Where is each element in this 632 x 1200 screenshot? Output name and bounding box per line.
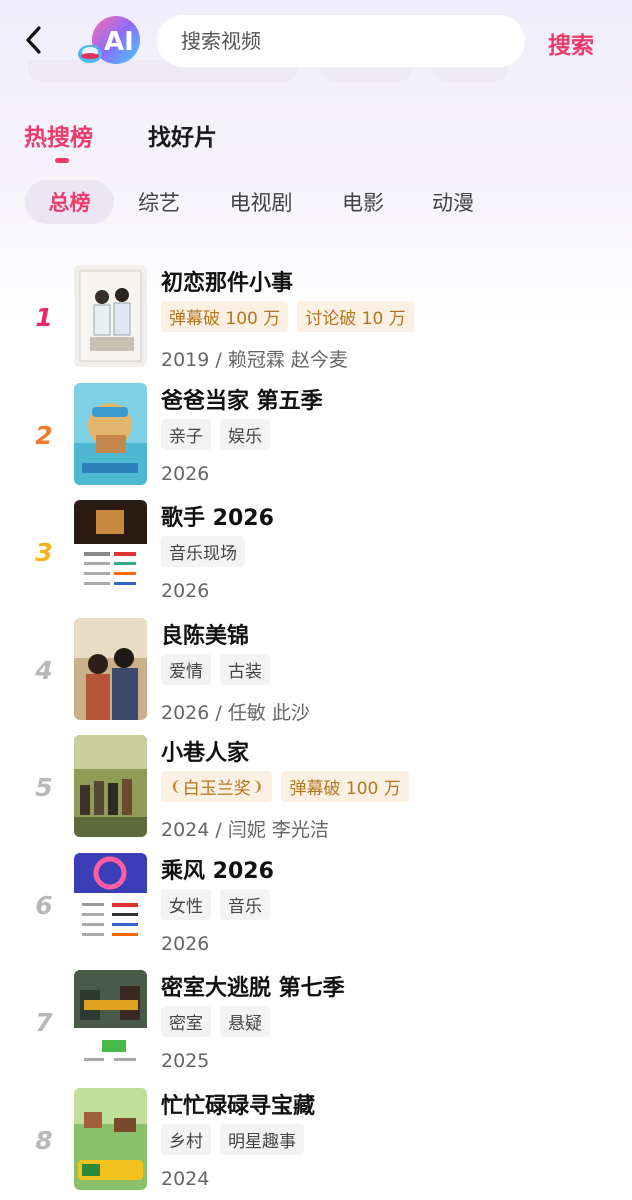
tag: 明星趣事 [220,1124,304,1155]
subtab-variety[interactable]: 综艺 [126,180,192,224]
tag: 音乐 [220,889,270,920]
show-meta: 2024 / 闫妮 李光洁 [161,819,329,841]
laurel-left-icon: ❨ [170,778,182,795]
rank-number: 6 [35,891,53,920]
poster-thumbnail[interactable] [74,853,147,955]
poster-thumbnail[interactable] [74,383,147,485]
rank-number: 4 [35,656,53,685]
show-meta: 2026 [161,933,210,955]
tag: 女性 [161,889,211,920]
list-item[interactable]: 4 良陈美锦 爱情 古装 2026 / 任敏 此沙 [0,618,632,734]
ai-assistant-button[interactable]: AI [76,14,142,68]
show-title: 密室大逃脱 第七季 [161,976,345,1001]
show-meta: 2026 / 任敏 此沙 [161,702,310,724]
show-title: 爸爸当家 第五季 [161,389,323,414]
ai-logo-icon: AI [78,16,140,64]
list-item[interactable]: 5 小巷人家 ❨ 白玉兰奖 ❩ 弹幕破 100 万 2024 / 闫妮 李光洁 [0,735,632,851]
chevron-left-icon [26,26,41,54]
rank-number: 3 [35,538,53,567]
subtab-movies[interactable]: 电影 [330,180,396,224]
tag: 弹幕破 100 万 [161,301,289,332]
tab-hot-search[interactable]: 热搜榜 [24,118,93,152]
show-title: 良陈美锦 [161,624,250,649]
tag-list: 女性 音乐 [161,889,270,920]
subtab-anime[interactable]: 动漫 [420,180,486,224]
show-title: 乘风 2026 [161,859,274,884]
tag-list: 亲子 娱乐 [161,419,270,450]
tag: 亲子 [161,419,211,450]
show-title: 初恋那件小事 [161,271,294,296]
svg-text:AI: AI [104,27,134,57]
poster-thumbnail[interactable] [74,1088,147,1190]
show-meta: 2024 [161,1168,210,1190]
list-item[interactable]: 2 爸爸当家 第五季 亲子 娱乐 2026 [0,383,632,499]
tag: 音乐现场 [161,536,245,567]
rank-number: 5 [35,773,53,802]
search-box[interactable] [157,15,525,67]
list-item[interactable]: 8 忙忙碌碌寻宝藏 乡村 明星趣事 2024 [0,1088,632,1200]
back-button[interactable] [16,22,52,58]
tag: 娱乐 [220,419,270,450]
list-item[interactable]: 1 初恋那件小事 弹幕破 100 万 讨论破 10 万 2019 / 赖冠霖 赵… [0,265,632,381]
show-title: 忙忙碌碌寻宝藏 [161,1094,316,1119]
show-meta: 2026 [161,463,210,485]
rank-number: 2 [35,421,53,450]
tag-list: 弹幕破 100 万 讨论破 10 万 [161,301,414,332]
tag-list: 音乐现场 [161,536,245,567]
laurel-right-icon: ❩ [251,778,264,795]
rank-number: 8 [35,1126,53,1155]
poster-thumbnail[interactable] [74,618,147,720]
subtab-tv-series[interactable]: 电视剧 [222,180,300,224]
award-tag: ❨ 白玉兰奖 ❩ [161,771,273,802]
rank-number: 1 [35,303,53,332]
top-bar: AI 搜索 [0,0,632,84]
search-input[interactable] [181,29,525,53]
main-tabs: 热搜榜 找好片 [0,112,632,172]
tag-list: 爱情 古装 [161,654,270,685]
tag-list: 密室 悬疑 [161,1006,270,1037]
show-meta: 2025 [161,1050,210,1072]
tag: 密室 [161,1006,211,1037]
poster-thumbnail[interactable] [74,265,147,367]
poster-thumbnail[interactable] [74,500,147,602]
tag-list: 乡村 明星趣事 [161,1124,304,1155]
poster-thumbnail[interactable] [74,970,147,1072]
show-meta: 2019 / 赖冠霖 赵今麦 [161,349,348,371]
tag: 爱情 [161,654,211,685]
list-item[interactable]: 3 歌手 2026 音乐现场 2026 [0,500,632,616]
search-button[interactable]: 搜索 [548,26,594,60]
show-title: 歌手 2026 [161,506,274,531]
tag: 乡村 [161,1124,211,1155]
active-tab-indicator [55,158,69,163]
tab-find-movies[interactable]: 找好片 [148,118,217,152]
list-item[interactable]: 6 乘风 2026 女性 音乐 2026 [0,853,632,969]
show-meta: 2026 [161,580,210,602]
tag: 弹幕破 100 万 [281,771,409,802]
tag: 悬疑 [220,1006,270,1037]
rank-number: 7 [35,1008,53,1037]
subtab-all[interactable]: 总榜 [25,180,114,224]
tag-list: ❨ 白玉兰奖 ❩ 弹幕破 100 万 [161,771,409,802]
show-title: 小巷人家 [161,741,250,766]
poster-thumbnail[interactable] [74,735,147,837]
tag: 古装 [220,654,270,685]
tag: 讨论破 10 万 [297,301,414,332]
list-item[interactable]: 7 密室大逃脱 第七季 密室 悬疑 2025 [0,970,632,1086]
award-tag-label: 白玉兰奖 [182,779,251,799]
